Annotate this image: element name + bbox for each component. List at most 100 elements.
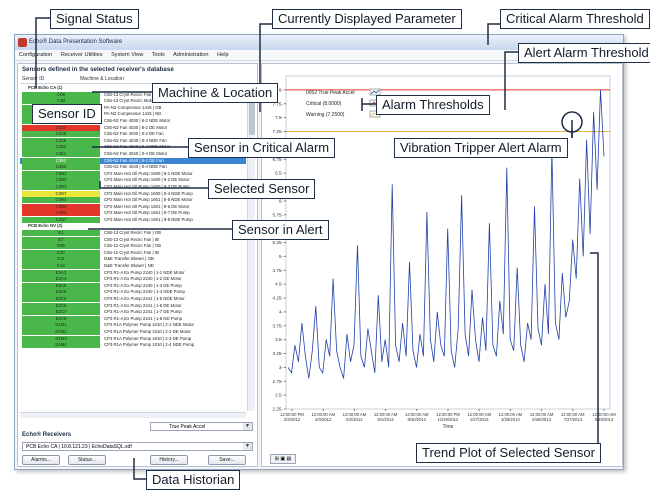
parameter-select[interactable]: True Peak Accel ▼ bbox=[150, 422, 253, 431]
sensor-location: CP3 R1-A Ex Pump 2241 | 1-8 ND Pump bbox=[104, 315, 183, 321]
chart-toolbar[interactable]: ⊞ ▣ ▤ bbox=[270, 454, 296, 464]
sensor-row[interactable]: E2C7 CP3 R1-A Ex Pump 2241 | 1-7 DE Pump bbox=[20, 309, 246, 316]
callout-sensor-alert: Sensor in Alert bbox=[232, 220, 329, 240]
sensor-location: PA-N2 Compressor 1415 | ND bbox=[104, 111, 162, 117]
receivers-title: Echo® Receivers bbox=[22, 432, 72, 438]
sensor-row[interactable]: E1 C55-13 Cryst Recirc Fan | OB bbox=[20, 230, 246, 237]
alarms-button[interactable]: Alarms... bbox=[22, 455, 60, 465]
tree-group-label: PCB Echo NV (2) bbox=[28, 223, 63, 229]
sensor-row[interactable]: E13 D&E Transfer Blower | ND bbox=[20, 263, 246, 270]
column-header-location[interactable]: Machine & Location bbox=[80, 76, 124, 82]
menu-receiver-utilities[interactable]: Receiver Utilities bbox=[61, 52, 103, 58]
sensor-id-status-cell: E2A3 bbox=[22, 269, 100, 276]
sensor-location: C55-13 Cryst Recirc Fan | OB bbox=[104, 230, 161, 236]
sensor-row[interactable]: E2A6 CP3 R1-A Ex Pump 2240 | 1-4 NDE Pump bbox=[20, 289, 246, 296]
sensor-row-selected[interactable]: C352 C55-N2 Fan 4040 | 8-2 DE Fan bbox=[20, 157, 246, 165]
sensor-row[interactable]: E2M3 CP3 R1A Polymer Pump 1010 | 2-3 DE P… bbox=[20, 335, 246, 343]
x-tick-date: 1/27/2013 bbox=[470, 417, 489, 422]
sensor-location: C55-N2 Fan 4040 | 8-4 DE Motor bbox=[104, 150, 168, 156]
x-axis-label: Time bbox=[443, 424, 454, 430]
sensor-row[interactable]: C3N1 CP2 Main Hot Oil Pump 1600 | 8-1 NDE… bbox=[20, 170, 246, 178]
sensor-location: CP3 R1-A Ex Pump 2241 | 1-5 NDE Motor bbox=[104, 296, 185, 301]
y-tick-label: 2.75- bbox=[273, 379, 284, 384]
sensor-id-status-cell: E10 bbox=[22, 249, 100, 257]
y-tick-label: 3.5- bbox=[275, 337, 283, 342]
y-tick-label: 6- bbox=[279, 198, 284, 203]
sensor-id-status-cell: E2C7 bbox=[22, 309, 100, 316]
status-button[interactable]: Status... bbox=[68, 455, 106, 465]
sensor-id-status-cell: C349 bbox=[22, 137, 100, 144]
sensor-id-status-cell: C347 bbox=[22, 124, 100, 131]
sensor-id-status-cell: E2M1 bbox=[22, 322, 100, 329]
sensor-id-status-cell: E2M2 bbox=[22, 328, 100, 336]
sensor-location: CP2 Main Hot Oil Pump 1601 | 8-5 NDE Mot… bbox=[104, 197, 193, 203]
sensor-row[interactable]: E2C6 CP3 R1-A Ex Pump 2241 | 1-6 DE Motor bbox=[20, 302, 246, 310]
sensor-row[interactable]: E2A3 CP3 R1-A Ex Pump 2240 | 1-1 NDE Moto… bbox=[20, 269, 246, 277]
sensor-id-status-cell: C348 bbox=[22, 131, 100, 138]
sensor-id-status-cell: C3N7 bbox=[22, 190, 100, 197]
column-header-sensor-id[interactable]: Sensor ID bbox=[22, 76, 44, 82]
x-tick-date: 5/28/2013 bbox=[532, 417, 551, 422]
sensor-row[interactable]: E2M1 CP3 R1A Polymer Pump 1010 | 2-1 NDE … bbox=[20, 322, 246, 329]
sensor-location: CP3 R1-A Ex Pump 2241 | 1-7 DE Pump bbox=[104, 309, 182, 315]
sensor-id-status-cell: E2A4 bbox=[22, 276, 100, 283]
sensor-row[interactable]: C4N5 CP2 Main Hot Oil Pump 1601 | 8-6 DE … bbox=[20, 203, 246, 211]
y-tick-label: 8- bbox=[279, 87, 284, 92]
vertical-scrollbar[interactable] bbox=[247, 85, 255, 411]
sensor-row[interactable]: E2M2 CP3 R1A Polymer Pump 1010 | 2-2 DE M… bbox=[20, 328, 246, 336]
sensor-row[interactable]: E2M4 CP3 R1A Polymer Pump 1010 | 2-4 NDE … bbox=[20, 342, 246, 349]
sensor-location: CP2 Main Hot Oil Pump 1600 | 8-2 DE Moto… bbox=[104, 177, 190, 183]
sensor-location: CP3 R1-A Ex Pump 2240 | 1-1 NDE Motor bbox=[104, 269, 185, 275]
tree-group[interactable]: PCB Echo NV (2) bbox=[20, 223, 246, 230]
sensor-row[interactable]: E2A5 CP3 R1-A Ex Pump 2240 | 1-3 DE Pump bbox=[20, 282, 246, 290]
receiver-select[interactable]: PCB Echo CA | 10.8.121.23 | EchoDataSQL.… bbox=[22, 442, 253, 451]
trend-chart[interactable]: 8-7.75-7.5-7.25-7-6.75-6.5-6.25-6-5.75-5… bbox=[262, 64, 624, 468]
sensor-panel-title: Sensors defined in the selected receiver… bbox=[22, 66, 174, 73]
callout-alarm-thresholds: Alarm Thresholds bbox=[376, 95, 490, 115]
sensor-row[interactable]: E2C8 CP3 R1-A Ex Pump 2241 | 1-8 ND Pump bbox=[20, 315, 246, 323]
sensor-row[interactable]: E2C5 CP3 R1-A Ex Pump 2241 | 1-5 NDE Moto… bbox=[20, 296, 246, 303]
sensor-id-status-cell: C3N2 bbox=[22, 177, 100, 184]
sensor-row[interactable]: E2A4 CP3 R1-A Ex Pump 2240 | 1-2 DE Motor bbox=[20, 276, 246, 283]
save-button[interactable]: Save... bbox=[208, 455, 246, 465]
sensor-row[interactable]: E09 C55-12 Cryst Recirc Fan | OB bbox=[20, 243, 246, 250]
sensor-location: CP3 R1A Polymer Pump 1010 | 2-4 NDE Pump bbox=[104, 342, 195, 348]
sensor-id-status-cell: C3N1 bbox=[22, 170, 100, 177]
x-tick-date: 8/1/2012 bbox=[377, 417, 394, 422]
chevron-down-icon[interactable]: ▼ bbox=[243, 443, 252, 450]
sensor-row[interactable]: C347 C55-N2 Fan 4030 | 8-2 DE Motor bbox=[20, 124, 246, 132]
sensor-row[interactable]: C348 C55-N2 Fan 4030 | 8-2 DE Fan bbox=[20, 131, 246, 138]
sensor-row[interactable]: C353 C55-N2 Fan 4040 | 8-4 NDE Fan bbox=[20, 164, 246, 171]
sensor-row[interactable]: E7 C55-13 Cryst Recirc Fan | IB bbox=[20, 236, 246, 244]
menu-tools[interactable]: Tools bbox=[152, 52, 165, 58]
y-tick-label: 3.25- bbox=[273, 351, 284, 356]
sensor-location: CP3 R1-A Ex Pump 2240 | 1-2 DE Motor bbox=[104, 276, 182, 282]
menu-system-view[interactable]: System View bbox=[111, 52, 143, 58]
sensor-row[interactable]: E11 D&E Transfer Blower | OB bbox=[20, 256, 246, 263]
sensor-id-status-cell: E2C5 bbox=[22, 296, 100, 303]
menu-configuration[interactable]: Configuration bbox=[19, 52, 52, 58]
sensor-location: C55-N2 Fan 4040 | 8-4 NDE Fan bbox=[104, 164, 167, 170]
sensor-id-status-cell: E2C6 bbox=[22, 302, 100, 309]
sensor-id-status-cell: E2M4 bbox=[22, 342, 100, 349]
sensor-id-status-cell: C3N3 bbox=[22, 183, 100, 191]
chevron-down-icon[interactable]: ▼ bbox=[243, 423, 252, 430]
menu-help[interactable]: Help bbox=[217, 52, 229, 58]
menu-administration[interactable]: Administration bbox=[173, 52, 208, 58]
sensor-row[interactable]: E10 C55-12 Cryst Recirc Fan | IB bbox=[20, 249, 246, 257]
y-tick-label: 3.75- bbox=[273, 323, 284, 328]
horizontal-scrollbar[interactable] bbox=[20, 412, 246, 418]
receiver-select-value: PCB Echo CA | 10.8.121.23 | EchoDataSQL.… bbox=[26, 444, 132, 450]
sensor-location: CP2 Main Hot Oil Pump 1601 | 8-7 DE Pump bbox=[104, 210, 190, 216]
sensor-id-status-cell: C352 bbox=[22, 157, 100, 164]
history-button[interactable]: History... bbox=[150, 455, 188, 465]
sensor-id-status-cell: E7 bbox=[22, 236, 100, 243]
legend-label: Critical (8.0000) bbox=[306, 101, 342, 107]
sensor-row[interactable]: C4N7 CP2 Main Hot Oil Pump 1601 | 8-8 NDE… bbox=[20, 216, 246, 224]
y-tick-label: 2.5- bbox=[275, 393, 283, 398]
sensor-row[interactable]: C4N6 CP2 Main Hot Oil Pump 1601 | 8-7 DE … bbox=[20, 210, 246, 217]
sensor-id-status-cell: C08 bbox=[22, 91, 100, 98]
sensor-id-status-cell: E2A5 bbox=[22, 282, 100, 289]
y-tick-label: 3- bbox=[279, 365, 284, 370]
app-window: Echo® Data Presentation Software Configu… bbox=[14, 34, 624, 470]
